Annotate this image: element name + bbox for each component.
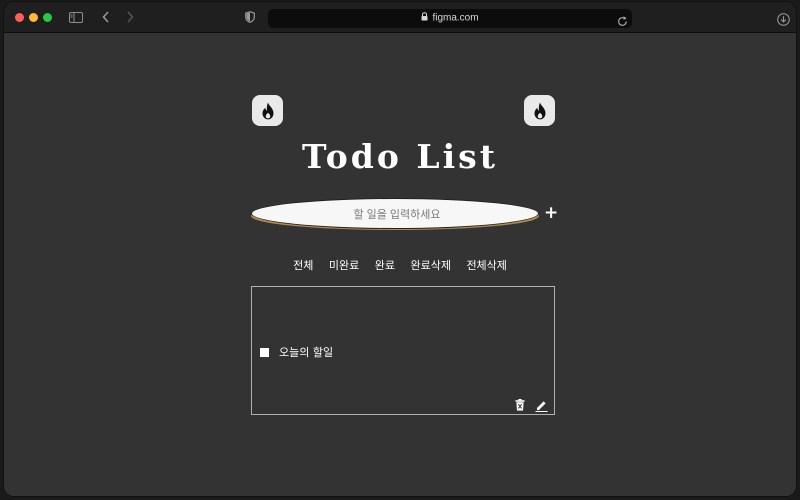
forward-icon[interactable] bbox=[124, 9, 136, 25]
reload-icon[interactable] bbox=[617, 12, 628, 31]
fire-icon bbox=[252, 95, 283, 126]
edit-icon[interactable] bbox=[534, 398, 548, 412]
maximize-window-button[interactable] bbox=[43, 13, 52, 22]
url-text: figma.com bbox=[432, 12, 479, 24]
minimize-window-button[interactable] bbox=[29, 13, 38, 22]
todo-input[interactable] bbox=[272, 204, 522, 226]
filter-all[interactable]: 전체 bbox=[293, 259, 313, 272]
fire-icon bbox=[524, 95, 555, 126]
todo-input-container bbox=[251, 198, 539, 230]
input-pill bbox=[251, 198, 539, 229]
sidebar-icon[interactable] bbox=[68, 9, 84, 25]
delete-all-button[interactable]: 전체삭제 bbox=[466, 259, 506, 272]
trash-icon[interactable] bbox=[513, 398, 527, 412]
list-item: 오늘의 할일 bbox=[260, 344, 333, 360]
lock-icon bbox=[421, 12, 428, 24]
page-title: Todo List bbox=[302, 137, 498, 176]
browser-titlebar: figma.com bbox=[4, 2, 796, 33]
back-icon[interactable] bbox=[100, 9, 112, 25]
download-icon[interactable] bbox=[777, 11, 790, 30]
address-bar[interactable]: figma.com bbox=[268, 9, 632, 28]
add-todo-button[interactable]: + bbox=[544, 204, 558, 222]
filter-bar: 전체 미완료 완료 완료삭제 전체삭제 bbox=[4, 257, 796, 273]
todo-text: 오늘의 할일 bbox=[279, 346, 334, 359]
close-window-button[interactable] bbox=[15, 13, 24, 22]
shield-icon[interactable] bbox=[244, 9, 256, 25]
todo-page: Todo List + 전체 미완료 완료 완료삭제 전체삭제 오늘의 할일 bbox=[4, 33, 796, 496]
browser-window: figma.com Todo List + 전체 미완료 완료 bbox=[4, 2, 796, 496]
filter-incomplete[interactable]: 미완료 bbox=[329, 259, 359, 272]
url-display: figma.com bbox=[268, 12, 632, 24]
todo-checkbox[interactable] bbox=[260, 347, 269, 357]
delete-completed-button[interactable]: 완료삭제 bbox=[410, 259, 450, 272]
todo-list: 오늘의 할일 bbox=[251, 286, 555, 415]
filter-complete[interactable]: 완료 bbox=[375, 259, 395, 272]
